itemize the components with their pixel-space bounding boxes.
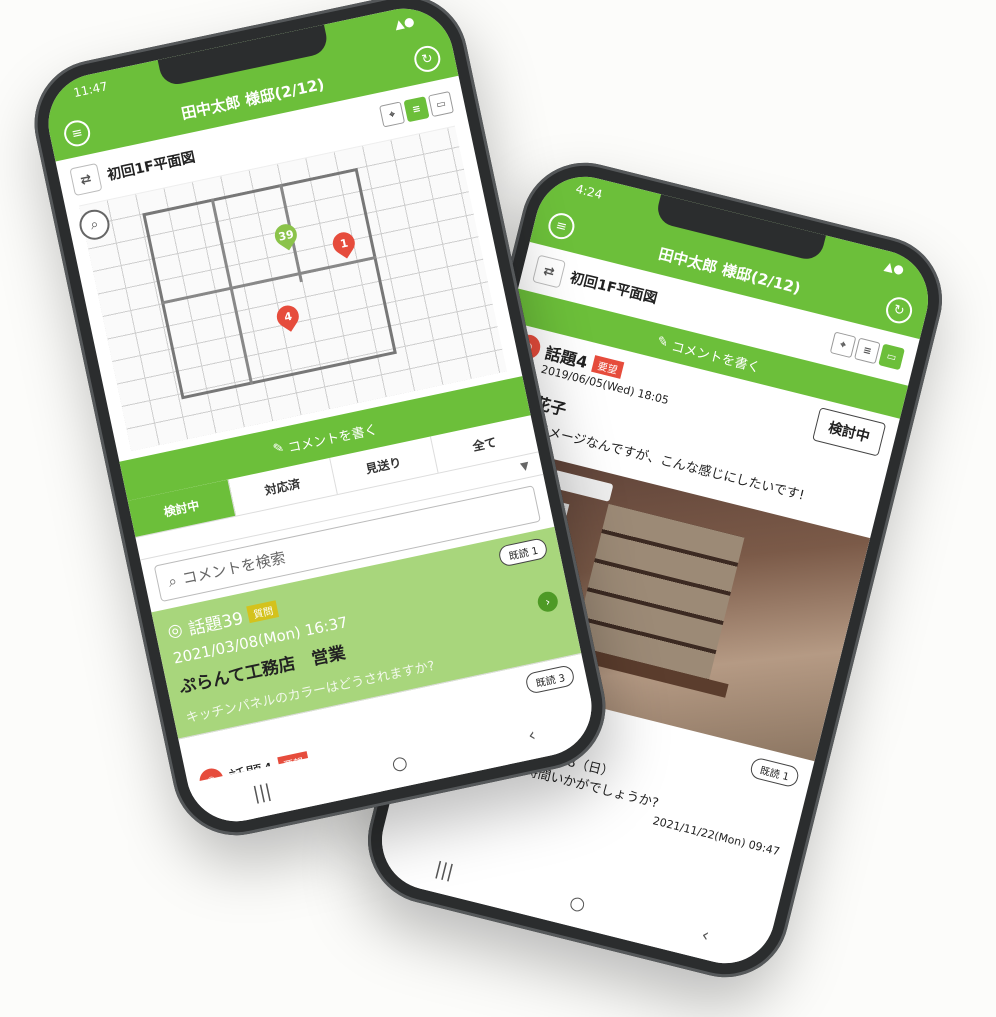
swap-icon[interactable]: ⇄ bbox=[532, 254, 567, 289]
pin-label: 1 bbox=[338, 236, 349, 251]
list-view-icon[interactable]: ≡ bbox=[403, 96, 430, 123]
menu-icon[interactable]: ≡ bbox=[545, 210, 578, 242]
zoom-icon[interactable]: ⌕ bbox=[76, 206, 113, 243]
detail-view-icon[interactable]: ▭ bbox=[878, 343, 905, 371]
request-tag: 要望 bbox=[591, 354, 625, 379]
topic-label: 話題39 bbox=[186, 608, 246, 640]
swap-icon[interactable]: ⇄ bbox=[69, 162, 103, 197]
pin-label: 39 bbox=[277, 227, 295, 244]
back-icon[interactable]: ‹ bbox=[699, 924, 711, 946]
pin-icon: ◎ bbox=[165, 619, 185, 642]
read-badge: 既読 3 bbox=[524, 664, 576, 695]
home-icon[interactable]: ○ bbox=[390, 751, 410, 775]
view-switch: ⌖ ≡ ▭ bbox=[829, 331, 905, 371]
phone-front: 11:47 ▲● ≡ 田中太郎 様邸(2/12) ↻ ⇄ 初回1F平面図 ⌖ ≡… bbox=[22, 0, 618, 848]
phone-front-screen: 11:47 ▲● ≡ 田中太郎 様邸(2/12) ↻ ⇄ 初回1F平面図 ⌖ ≡… bbox=[39, 0, 601, 831]
search-icon: ⌕ bbox=[166, 571, 179, 591]
status-button[interactable]: 検討中 bbox=[812, 407, 887, 457]
recent-apps-icon[interactable]: ||| bbox=[251, 780, 273, 804]
pin-view-icon[interactable]: ⌖ bbox=[379, 101, 406, 128]
nav-bar: ||| ○ ‹ bbox=[371, 829, 774, 974]
refresh-icon[interactable]: ↻ bbox=[411, 43, 443, 75]
list-view-icon[interactable]: ≡ bbox=[853, 337, 881, 365]
pin-label: 4 bbox=[282, 309, 293, 324]
back-icon[interactable]: ‹ bbox=[526, 724, 537, 746]
question-tag: 質問 bbox=[246, 600, 280, 624]
view-switch: ⌖ ≡ ▭ bbox=[379, 91, 455, 128]
plan-name: 初回1F平面図 bbox=[105, 149, 197, 184]
plan-name: 初回1F平面図 bbox=[568, 270, 659, 308]
refresh-icon[interactable]: ↻ bbox=[883, 294, 915, 327]
home-icon[interactable]: ○ bbox=[567, 891, 587, 915]
recent-apps-icon[interactable]: ||| bbox=[433, 858, 456, 883]
search-placeholder: コメントを検索 bbox=[180, 548, 288, 588]
chevron-down-icon: ▼ bbox=[519, 458, 531, 474]
plan-outline bbox=[142, 167, 397, 400]
menu-icon[interactable]: ≡ bbox=[61, 117, 93, 149]
pin-view-icon[interactable]: ⌖ bbox=[829, 331, 857, 359]
detail-view-icon[interactable]: ▭ bbox=[427, 91, 455, 118]
